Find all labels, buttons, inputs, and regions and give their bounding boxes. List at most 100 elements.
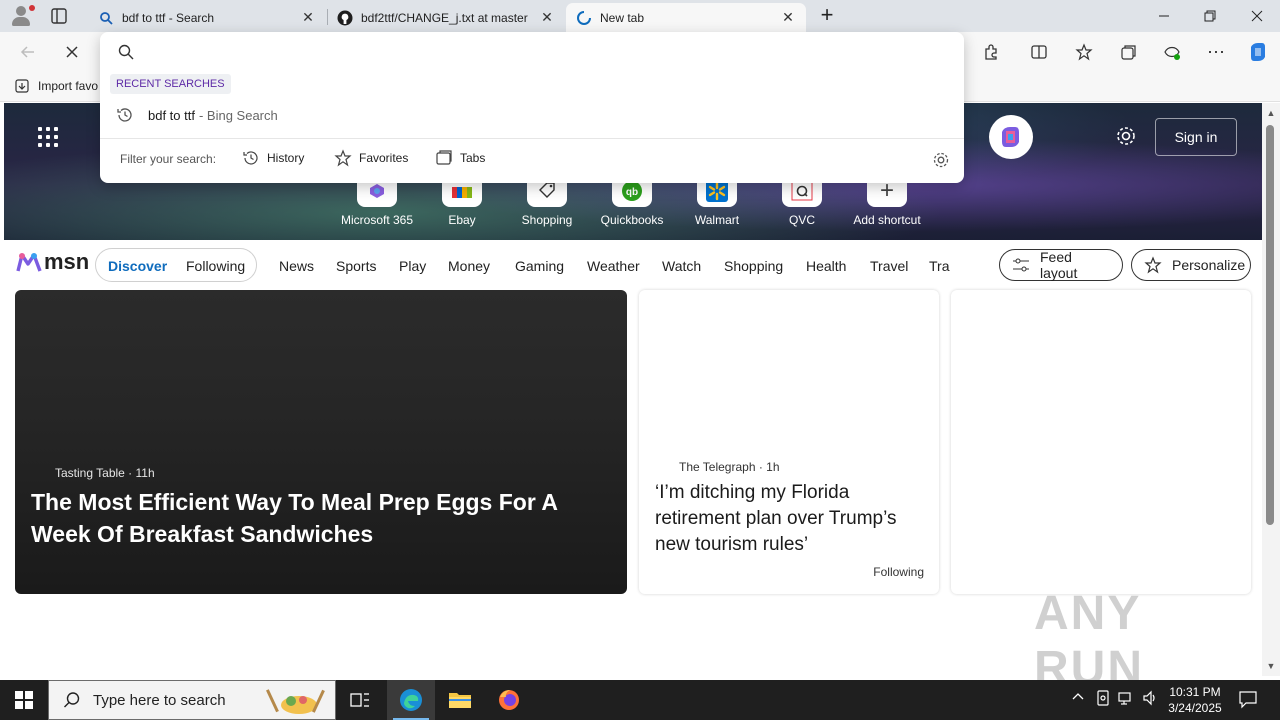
nav-travel[interactable]: Travel [870,258,908,274]
recent-query-suffix: - Bing Search [198,107,278,123]
task-view-icon[interactable] [336,680,384,720]
card-source: Tasting Table · 11h [55,466,155,480]
tab-title: bdf2ttf/CHANGE_j.txt at master [361,10,528,25]
nav-gaming[interactable]: Gaming [515,258,564,274]
filter-tabs[interactable]: Tabs [435,149,485,167]
tab-github[interactable]: bdf2ttf/CHANGE_j.txt at master ✕ [327,3,565,32]
nav-sports[interactable]: Sports [336,258,376,274]
scroll-thumb[interactable] [1266,125,1274,525]
app-launcher-icon[interactable] [38,127,58,147]
anyrun-watermark: ANY RUN [1034,587,1144,695]
start-button[interactable] [0,680,48,720]
device-status-icon[interactable] [1096,690,1110,709]
shortcut-label: Quickbooks [600,213,664,227]
stop-loading-icon[interactable] [58,38,86,66]
tab-discover[interactable]: Discover [108,258,167,274]
copilot-icon[interactable] [1244,38,1272,66]
shortcut-label: Ebay [448,213,476,227]
sliders-icon [1012,256,1030,274]
copilot-button[interactable] [989,115,1033,159]
search-icon [64,692,80,708]
tab-title: bdf to ttf - Search [122,10,215,25]
profile-avatar-icon[interactable] [8,4,35,28]
card-headline[interactable]: ‘I’m ditching my Florida retirement plan… [655,480,927,558]
personalize-star-icon [1144,256,1162,274]
split-screen-icon[interactable] [1025,38,1053,66]
collections-icon[interactable] [1114,38,1142,66]
card-source-name: Tasting Table [55,466,125,480]
news-card-featured[interactable]: Tasting Table · 11h The Most Efficient W… [15,290,627,594]
recent-searches-header: RECENT SEARCHES [110,74,231,94]
search-icon [117,43,135,61]
personalize-button[interactable]: Personalize [1131,249,1251,281]
svg-text:qb: qb [626,187,638,198]
card-source: The Telegraph · 1h [679,460,780,474]
tabs-icon [435,149,453,167]
favorites-star-icon[interactable] [1070,38,1098,66]
filter-favorites[interactable]: Favorites [334,149,408,167]
address-bar-dropdown: RECENT SEARCHES bdf to ttf - Bing Search… [100,32,964,183]
search-icon [98,10,114,26]
tab-search[interactable]: bdf to ttf - Search ✕ [88,3,326,32]
show-hidden-icons-chevron-up-icon[interactable] [1071,690,1085,707]
notifications-icon[interactable] [1238,689,1258,712]
page-scrollbar[interactable]: ▲ ▼ [1262,103,1280,676]
clock-time: 10:31 PM [1169,685,1221,699]
filter-history-label: History [267,151,305,165]
feed-layout-button[interactable]: Feed layout [999,249,1123,281]
tab-new-tab[interactable]: New tab ✕ [566,3,806,32]
history-icon [242,149,260,167]
tab-title: New tab [600,10,645,25]
import-favorites-link[interactable]: Import favo [14,78,98,94]
close-tab-icon[interactable]: ✕ [780,9,796,26]
nav-overflow[interactable]: Tra [929,258,951,274]
nav-news[interactable]: News [279,258,314,274]
edge-taskbar-icon[interactable] [387,680,435,720]
minimize-button[interactable] [1141,0,1187,32]
taskbar-clock[interactable]: 10:31 PM 3/24/2025 [1160,684,1230,716]
file-explorer-icon[interactable] [436,680,484,720]
card-age: 1h [766,460,780,474]
msn-navigation: msn Discover Following News Sports Play … [4,240,1262,290]
shortcut-label: QVC [788,213,815,227]
clock-date: 3/24/2025 [1168,701,1222,715]
close-window-button[interactable] [1234,0,1280,32]
news-card[interactable]: The Telegraph · 1h ‘I’m ditching my Flor… [639,290,939,594]
filter-history[interactable]: History [242,149,304,167]
browser-essentials-icon[interactable] [1158,38,1186,66]
restore-button[interactable] [1187,0,1233,32]
firefox-icon[interactable] [485,680,533,720]
page-settings-gear-icon[interactable] [1114,125,1138,149]
nav-health[interactable]: Health [806,258,846,274]
back-arrow-icon[interactable] [14,38,42,66]
tab-actions-icon[interactable] [50,7,68,25]
nav-play[interactable]: Play [399,258,426,274]
scroll-up-arrow-icon[interactable]: ▲ [1265,108,1277,118]
nav-weather[interactable]: Weather [587,258,640,274]
nav-shopping[interactable]: Shopping [724,258,783,274]
tab-following[interactable]: Following [186,258,245,274]
msn-logo[interactable]: msn [16,249,89,275]
settings-more-icon[interactable]: ⋯ [1202,38,1230,66]
windows-taskbar: Type here to search 10:31 PM 3/24/2025 [0,680,1280,720]
shortcut-label: Shopping [521,213,573,227]
card-headline[interactable]: The Most Efficient Way To Meal Prep Eggs… [31,486,591,550]
filter-label: Filter your search: [120,152,217,166]
scroll-down-arrow-icon[interactable]: ▼ [1265,661,1277,671]
search-settings-gear-icon[interactable] [932,151,950,169]
shortcut-label: Microsoft 365 [340,213,414,227]
volume-icon[interactable] [1142,690,1158,709]
network-icon[interactable] [1118,690,1134,709]
card-following-tag: Following [873,565,924,579]
recent-search-item[interactable]: bdf to ttf - Bing Search [100,102,964,128]
close-tab-icon[interactable]: ✕ [539,9,555,26]
nav-watch[interactable]: Watch [662,258,701,274]
close-tab-icon[interactable]: ✕ [300,9,316,26]
taskbar-search-box[interactable]: Type here to search [48,680,336,720]
extensions-icon[interactable] [977,38,1005,66]
address-bar-input[interactable] [144,38,944,66]
nav-money[interactable]: Money [448,258,490,274]
sign-in-button[interactable]: Sign in [1155,118,1237,156]
new-tab-button[interactable]: + [816,4,838,27]
taskbar-search-placeholder: Type here to search [93,691,226,709]
